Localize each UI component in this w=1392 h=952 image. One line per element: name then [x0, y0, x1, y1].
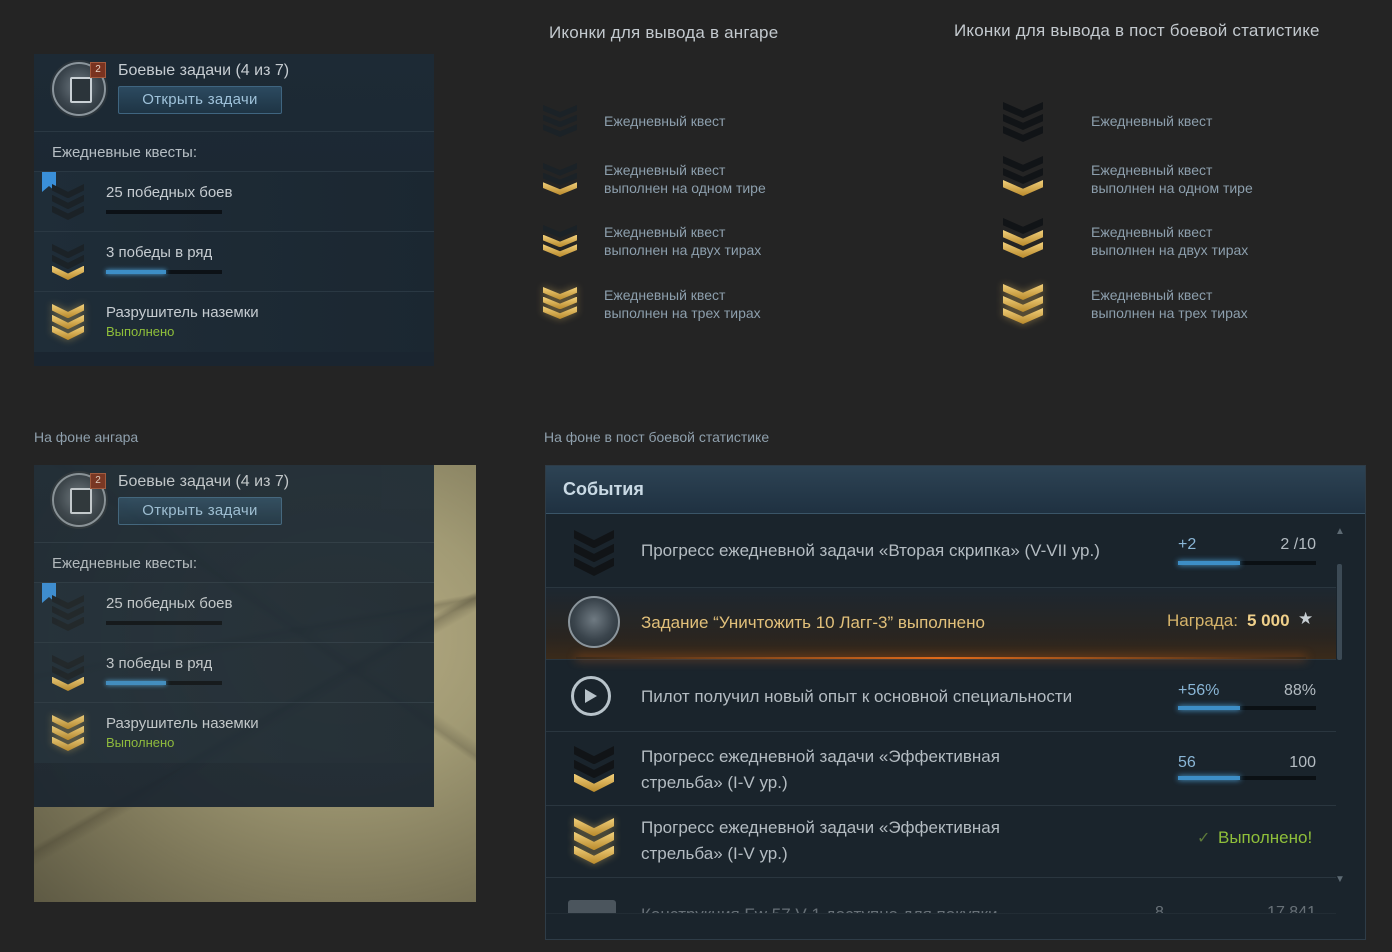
quest-label: 25 победных боев [106, 595, 233, 612]
event-row[interactable]: Прогресс ежедневной задачи «Эффективная с… [546, 732, 1336, 806]
chevron-3-of-3-icon [52, 304, 84, 340]
chevron-1-of-3-icon [52, 244, 84, 280]
legend-label: Ежедневный квест выполнен на одном тире [604, 162, 766, 196]
fade-overlay [546, 913, 1365, 939]
event-text: Пилот получил новый опыт к основной спец… [641, 687, 1073, 706]
chevron-1-of-3-icon [52, 655, 84, 691]
quest-progress-bar [106, 621, 222, 625]
events-scrollbar[interactable]: ▲ ▼ [1335, 526, 1345, 886]
aircraft-icon [568, 900, 616, 913]
event-progress-delta: +2 [1178, 536, 1197, 553]
legend-label: Ежедневный квест выполнен на трех тирах [1091, 287, 1248, 321]
quest-panel-header: 2 Боевые задачи (4 из 7) Открыть задачи [34, 465, 434, 543]
chevron-1-of-3-icon [574, 746, 614, 792]
quest-label: Разрушитель наземки [106, 715, 259, 732]
event-progress-value: 100 [1289, 754, 1316, 771]
scroll-up-icon[interactable]: ▲ [1335, 526, 1345, 537]
event-progress-value: 2 /10 [1280, 536, 1316, 553]
chevron-0-of-3-icon [52, 595, 84, 631]
chevron-3-of-3-icon [52, 715, 84, 751]
chevron-3-of-3-icon [574, 818, 614, 864]
quest-item[interactable]: 25 победных боев [34, 583, 434, 643]
hangar-icons-header: Иконки для вывода в ангаре [549, 23, 779, 42]
quest-progress-bar [106, 681, 222, 685]
hangar-background: 2 Боевые задачи (4 из 7) Открыть задачи … [34, 465, 476, 902]
quest-panel: 2 Боевые задачи (4 из 7) Открыть задачи … [34, 465, 434, 807]
events-title: События [546, 466, 1365, 514]
legend-label: Ежедневный квест выполнен на одном тире [1091, 162, 1253, 196]
on-hangar-caption: На фоне ангара [34, 429, 139, 445]
check-icon: ✓ [1197, 830, 1211, 847]
quest-item[interactable]: 3 победы в ряд [34, 643, 434, 703]
legend-label: Ежедневный квест [1091, 113, 1213, 129]
chevron-3-of-3-icon [1003, 284, 1043, 324]
reward-value: 5 000 [1247, 611, 1290, 630]
tasks-count-badge: 2 [90, 473, 106, 489]
open-tasks-button[interactable]: Открыть задачи [118, 497, 282, 525]
chevron-1-of-3-icon [543, 163, 577, 195]
legend-label: Ежедневный квест выполнен на трех тирах [604, 287, 761, 321]
quest-status: Выполнено [106, 324, 175, 339]
task-medal-icon [568, 596, 620, 648]
event-progress-delta: 56 [1178, 754, 1196, 771]
quest-progress-bar [106, 270, 222, 274]
chevron-1-of-3-icon [1003, 156, 1043, 196]
event-progress-bar [1178, 561, 1316, 565]
event-row[interactable]: Прогресс ежедневной задачи «Вторая скрип… [546, 516, 1336, 588]
legend-label: Ежедневный квест [604, 113, 726, 129]
event-text: Прогресс ежедневной задачи «Эффективная с… [641, 747, 1000, 792]
quest-label: Разрушитель наземки [106, 304, 259, 321]
open-tasks-button[interactable]: Открыть задачи [118, 86, 282, 114]
legend-label: Ежедневный квест выполнен на двух тирах [1091, 224, 1249, 258]
quest-panel-title: Боевые задачи (4 из 7) [118, 473, 290, 490]
quest-panel-title: Боевые задачи (4 из 7) [118, 62, 290, 79]
chevron-0-of-3-icon [1003, 102, 1043, 142]
quest-panel-header: 2 Боевые задачи (4 из 7) Открыть задачи [34, 54, 434, 132]
chevron-0-of-3-icon [543, 105, 577, 137]
pilot-target-icon [571, 676, 611, 716]
event-progress-bar [1178, 776, 1316, 780]
chevron-3-of-3-icon [543, 287, 577, 319]
event-progress-delta: +56% [1178, 682, 1220, 699]
event-row[interactable]: Задание “Уничтожить 10 Лагг-3” выполнено… [546, 588, 1336, 660]
quest-status: Выполнено [106, 735, 175, 750]
quest-item[interactable]: 25 победных боев [34, 172, 434, 232]
star-icon: ★ [1298, 609, 1314, 628]
chevron-0-of-3-icon [52, 184, 84, 220]
daily-quests-heading: Ежедневные квесты: [34, 543, 434, 583]
quest-panel: 2 Боевые задачи (4 из 7) Открыть задачи … [34, 54, 434, 366]
event-text: Прогресс ежедневной задачи «Вторая скрип… [641, 541, 1100, 560]
orange-glow-line [576, 657, 1306, 659]
quest-item[interactable]: Разрушитель наземки Выполнено [34, 703, 434, 763]
quest-label: 3 победы в ряд [106, 244, 213, 261]
chevron-2-of-3-icon [1003, 218, 1043, 258]
daily-quests-heading: Ежедневные квесты: [34, 132, 434, 172]
event-row[interactable]: Пилот получил новый опыт к основной спец… [546, 660, 1336, 732]
event-status: Выполнено! [1218, 828, 1313, 847]
event-row[interactable]: Конструкция Fw 57 V-1 доступна для покуп… [546, 878, 1336, 914]
event-row[interactable]: Прогресс ежедневной задачи «Эффективная с… [546, 806, 1336, 878]
event-progress-value: 88% [1283, 682, 1316, 699]
chevron-2-of-3-icon [543, 225, 577, 257]
event-text: Задание “Уничтожить 10 Лагг-3” выполнено [641, 613, 985, 632]
scrollbar-thumb[interactable] [1337, 564, 1342, 660]
quest-item[interactable]: 3 победы в ряд [34, 232, 434, 292]
quest-label: 25 победных боев [106, 184, 233, 201]
event-progress-bar [1178, 706, 1316, 710]
scroll-down-icon[interactable]: ▼ [1335, 874, 1345, 885]
events-panel: События Прогресс ежедневной задачи «Втор… [545, 465, 1366, 940]
quest-progress-bar [106, 210, 222, 214]
event-text: Прогресс ежедневной задачи «Эффективная с… [641, 818, 1000, 863]
quest-label: 3 победы в ряд [106, 655, 213, 672]
on-stats-caption: На фоне в пост боевой статистике [544, 429, 770, 445]
reward-label: Награда: [1167, 611, 1238, 630]
quest-item[interactable]: Разрушитель наземки Выполнено [34, 292, 434, 352]
chevron-0-of-3-icon [574, 530, 614, 576]
legend-label: Ежедневный квест выполнен на двух тирах [604, 224, 762, 258]
tasks-count-badge: 2 [90, 62, 106, 78]
stats-icons-header: Иконки для вывода в пост боевой статисти… [954, 21, 1320, 40]
